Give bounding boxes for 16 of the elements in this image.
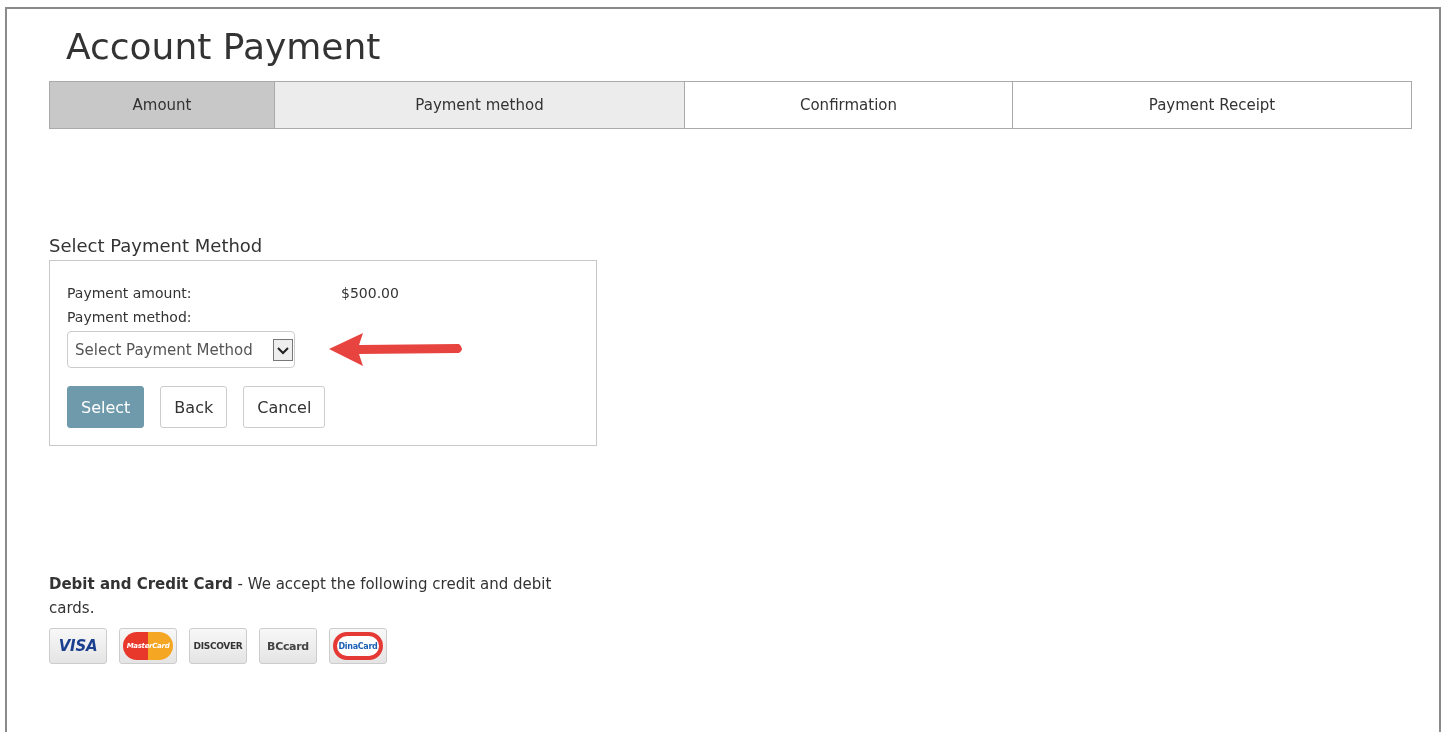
amount-value: $500.00: [341, 284, 399, 303]
step-tab[interactable]: Payment method: [274, 82, 684, 128]
page-title: Account Payment: [66, 25, 382, 69]
cards-info-text: Debit and Credit Card - We accept the following credit and debit cards.: [49, 574, 553, 619]
payment-method-select[interactable]: Select Payment Method: [67, 331, 295, 368]
section-title: Select Payment Method: [49, 235, 264, 256]
card-logo: DinaCard: [329, 628, 387, 664]
field-label: Payment method:: [67, 308, 193, 327]
card-logo: DISCOVER: [189, 628, 247, 664]
card-logo: BCcard: [259, 628, 317, 664]
caret-icon: [273, 338, 293, 361]
field-label: Payment amount:: [67, 284, 193, 303]
secondary-button[interactable]: Back: [160, 386, 228, 428]
card-logo: VISA: [49, 628, 107, 664]
secondary-button[interactable]: Cancel: [243, 386, 326, 428]
step-tab[interactable]: Amount: [50, 82, 274, 128]
